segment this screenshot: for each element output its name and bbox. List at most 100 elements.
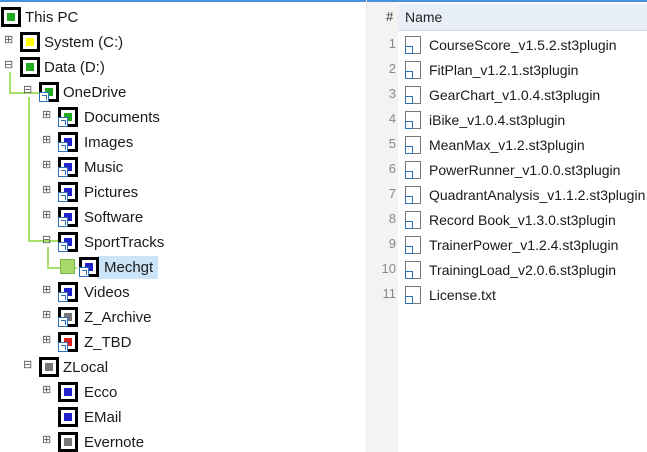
shortcut-arrow-icon (405, 221, 413, 229)
plugin-file-icon (405, 161, 421, 179)
plugin-file-icon (405, 61, 421, 79)
tree-item-videos[interactable]: Videos (84, 284, 130, 301)
tree-item-pictures[interactable]: Pictures (84, 184, 138, 201)
row-number: 6 (388, 161, 396, 176)
tree-item-onedrive[interactable]: OneDrive (63, 84, 126, 101)
row-number: 8 (388, 211, 396, 226)
column-header-name[interactable]: Name (405, 9, 442, 25)
folder-tree-pane[interactable]: ⊞ ⊟ ⊟ ⊞ ⊞ ⊞ ⊞ ⊞ ⊟ ⊞ ⊞ ⊞ ⊟ ⊞ ⊞ This PC Sy… (0, 2, 366, 452)
expand-icon[interactable]: ⊞ (42, 285, 51, 296)
expand-icon[interactable]: ⊞ (42, 185, 51, 196)
file-name[interactable]: License.txt (429, 287, 496, 303)
shortcut-arrow-icon (405, 121, 413, 129)
row-number: 5 (388, 136, 396, 151)
file-name[interactable]: GearChart_v1.0.4.st3plugin (429, 87, 600, 103)
collapse-icon[interactable]: ⊟ (42, 235, 51, 246)
icon-core (45, 363, 53, 371)
tree-item-system-c[interactable]: System (C:) (44, 34, 123, 51)
icon-core (26, 38, 34, 46)
tree-item-mechgt[interactable]: Mechgt (104, 259, 153, 276)
file-name[interactable]: QuadrantAnalysis_v1.1.2.st3plugin (429, 187, 645, 203)
row-number: 3 (388, 86, 396, 101)
expand-icon[interactable]: ⊞ (42, 335, 51, 346)
tree-item-data-d[interactable]: Data (D:) (44, 59, 105, 76)
tree-item-ecco[interactable]: Ecco (84, 384, 117, 401)
shortcut-arrow-icon (405, 296, 413, 304)
expand-icon[interactable]: ⊞ (42, 160, 51, 171)
tree-item-email[interactable]: EMail (84, 409, 122, 426)
folder-icon (58, 107, 78, 127)
shortcut-arrow-icon (405, 46, 413, 54)
folder-icon (58, 332, 78, 352)
expand-icon[interactable]: ⊞ (42, 210, 51, 221)
folder-icon (58, 232, 78, 252)
expand-icon[interactable]: ⊞ (42, 310, 51, 321)
collapse-icon[interactable]: ⊟ (4, 60, 13, 71)
icon-core (7, 13, 15, 21)
row-number: 7 (388, 186, 396, 201)
text-file-icon (405, 286, 421, 304)
tree-connector-line (28, 97, 30, 242)
plugin-file-icon (405, 111, 421, 129)
folder-icon (79, 257, 99, 277)
plugin-file-icon (405, 236, 421, 254)
row-number: 10 (381, 261, 396, 276)
tree-connector-line (47, 247, 49, 269)
file-name[interactable]: CourseScore_v1.5.2.st3plugin (429, 37, 617, 53)
icon-core (64, 388, 72, 396)
folder-icon (58, 182, 78, 202)
tree-item-images[interactable]: Images (84, 134, 133, 151)
collapse-icon[interactable]: ⊟ (23, 360, 32, 371)
expand-icon[interactable]: ⊞ (42, 135, 51, 146)
file-name[interactable]: Record Book_v1.3.0.st3plugin (429, 212, 616, 228)
expand-icon[interactable]: ⊞ (42, 385, 51, 396)
row-numbers: 1 2 3 4 5 6 7 8 9 10 11 (367, 0, 396, 452)
plugin-file-icon (405, 86, 421, 104)
expand-icon[interactable]: ⊞ (42, 110, 51, 121)
file-name[interactable]: iBike_v1.0.4.st3plugin (429, 112, 565, 128)
tree-item-software[interactable]: Software (84, 209, 143, 226)
tree-item-music[interactable]: Music (84, 159, 123, 176)
shortcut-arrow-icon (405, 146, 413, 154)
folder-icon (58, 207, 78, 227)
tree-item-z-archive[interactable]: Z_Archive (84, 309, 152, 326)
row-number: 9 (388, 236, 396, 251)
icon-core (64, 438, 72, 446)
folder-icon (58, 282, 78, 302)
shortcut-arrow-icon (79, 267, 89, 277)
tree-item-zlocal[interactable]: ZLocal (63, 359, 108, 376)
shortcut-arrow-icon (405, 96, 413, 104)
drive-icon (20, 32, 40, 52)
plugin-file-icon (405, 36, 421, 54)
shortcut-arrow-icon (58, 217, 68, 227)
file-name[interactable]: MeanMax_v1.2.st3plugin (429, 137, 585, 153)
plugin-file-icon (405, 186, 421, 204)
file-name[interactable]: TrainerPower_v1.2.4.st3plugin (429, 237, 618, 253)
row-number: 2 (388, 61, 396, 76)
row-number: 4 (388, 111, 396, 126)
shortcut-arrow-icon (58, 142, 68, 152)
tree-item-this-pc[interactable]: This PC (25, 9, 78, 26)
tree-item-z-tbd[interactable]: Z_TBD (84, 334, 132, 351)
plugin-file-icon (405, 211, 421, 229)
folder-icon (58, 382, 78, 402)
collapse-icon[interactable]: ⊞ (4, 35, 13, 46)
shortcut-arrow-icon (405, 246, 413, 254)
tree-item-documents[interactable]: Documents (84, 109, 160, 126)
file-name[interactable]: FitPlan_v1.2.1.st3plugin (429, 62, 578, 78)
collapse-icon[interactable]: ⊟ (23, 85, 32, 96)
shortcut-arrow-icon (58, 117, 68, 127)
shortcut-arrow-icon (58, 317, 68, 327)
expand-icon[interactable]: ⊞ (42, 435, 51, 446)
selected-bullet (60, 259, 75, 274)
icon-core (64, 413, 72, 421)
folder-icon (39, 357, 59, 377)
file-name[interactable]: PowerRunner_v1.0.0.st3plugin (429, 162, 620, 178)
folder-icon (58, 157, 78, 177)
tree-item-sporttracks[interactable]: SportTracks (84, 234, 164, 251)
tree-item-evernote[interactable]: Evernote (84, 434, 144, 451)
file-name[interactable]: TrainingLoad_v2.0.6.st3plugin (429, 262, 616, 278)
shortcut-arrow-icon (58, 292, 68, 302)
shortcut-arrow-icon (405, 196, 413, 204)
shortcut-arrow-icon (58, 167, 68, 177)
